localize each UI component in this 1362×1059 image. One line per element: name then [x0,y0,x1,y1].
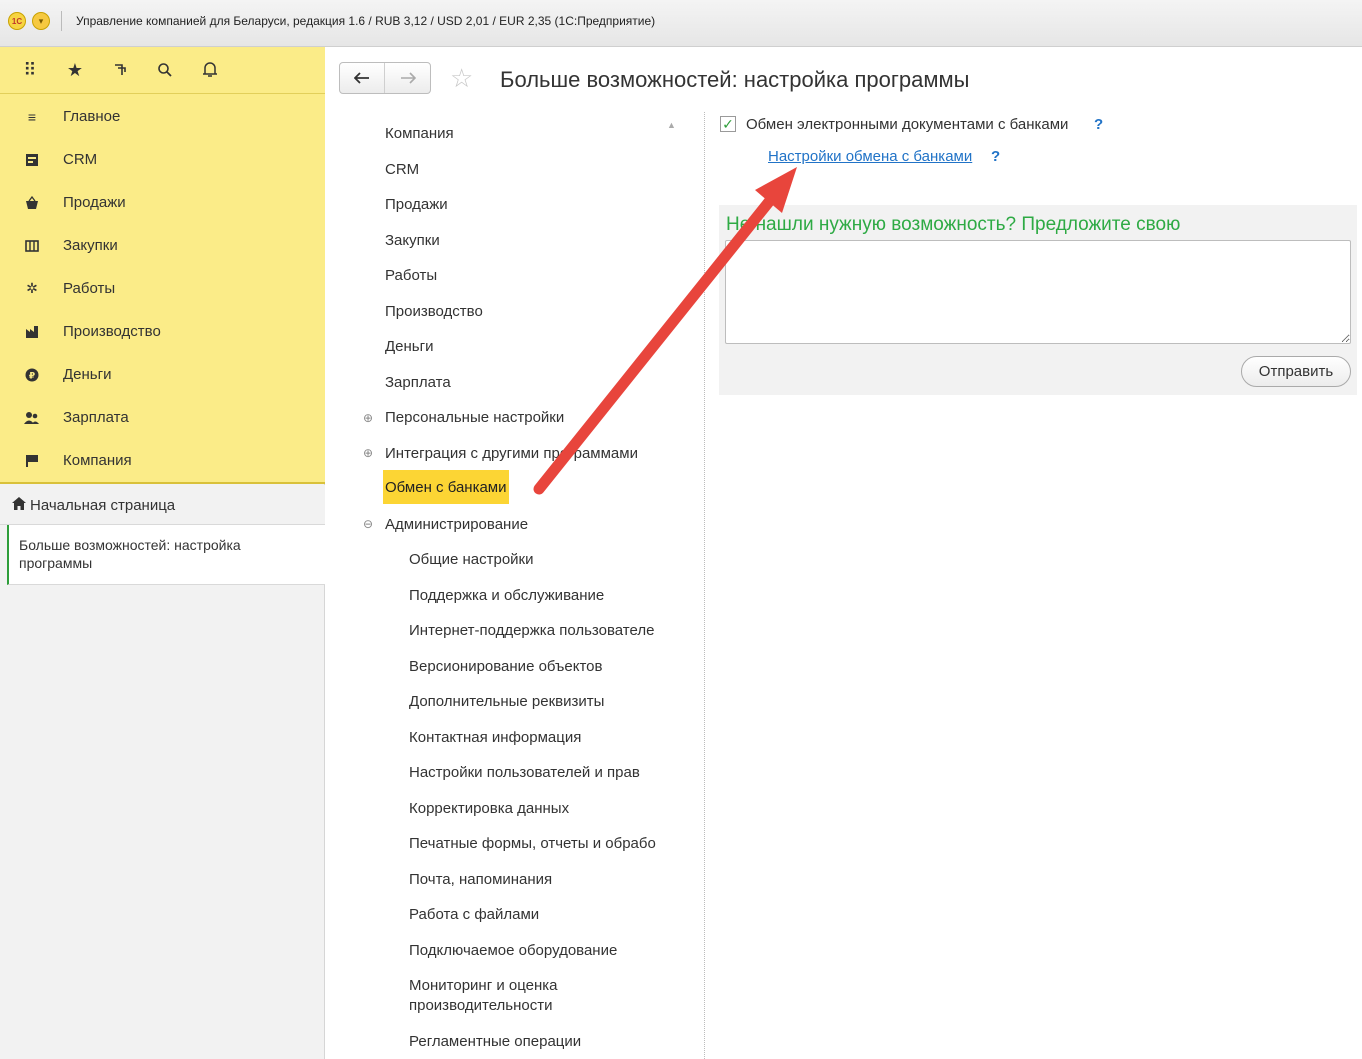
page-title: Больше возможностей: настройка программы [500,67,970,92]
section-files[interactable]: Работа с файлами [409,905,539,925]
main-menu-icon[interactable]: ▾ [32,12,50,30]
section-data-correction[interactable]: Корректировка данных [409,799,569,819]
expand-icon[interactable]: ⊕ [363,446,373,460]
section-mail[interactable]: Почта, напоминания [409,870,552,890]
section-administration[interactable]: Администрирование [385,516,528,533]
section-works[interactable]: Работы [385,267,437,284]
section-support[interactable]: Поддержка и обслуживание [409,586,604,606]
bank-edi-checkbox[interactable]: ✓ [720,116,736,132]
search-icon[interactable] [153,59,177,81]
warehouse-icon [24,238,40,254]
people-icon [24,410,40,426]
bank-edi-checkbox-label[interactable]: Обмен электронными документами с банками [746,116,1068,133]
sidebar-item-production[interactable]: Производство [0,310,325,353]
section-print-forms[interactable]: Печатные формы, отчеты и обрабо [409,834,656,854]
history-icon[interactable] [108,59,132,81]
flag-icon [24,453,40,469]
scroll-up-icon[interactable]: ▲ [667,120,676,130]
menu-lines-icon: ≡ [27,108,37,125]
section-sales[interactable]: Продажи [385,196,448,213]
home-page-item[interactable]: Начальная страница [0,485,325,525]
forward-button[interactable] [385,63,430,93]
section-crm[interactable]: CRM [385,161,419,178]
section-salary[interactable]: Зарплата [385,374,451,391]
section-money[interactable]: Деньги [385,338,433,355]
basket-icon [24,195,40,211]
section-company[interactable]: Компания [385,125,454,142]
sidebar-item-money[interactable]: ₽ Деньги [0,353,325,396]
sidebar-item-crm[interactable]: CRM [0,138,325,181]
collapse-icon[interactable]: ⊖ [363,517,373,531]
section-purchases[interactable]: Закупки [385,232,440,249]
home-page-label: Начальная страница [30,497,176,514]
section-bank-exchange-active[interactable]: Обмен с банками [383,470,509,504]
section-contact-info[interactable]: Контактная информация [409,728,581,748]
sidebar: ⠿ ★ ≡ Главное CRM Продажи Закупки ✲ Рабо… [0,47,325,1059]
section-scheduled-ops[interactable]: Регламентные операции [409,1032,581,1052]
svg-text:₽: ₽ [29,371,35,381]
send-button[interactable]: Отправить [1241,356,1351,387]
sidebar-item-company[interactable]: Компания [0,439,325,482]
sidebar-item-sales[interactable]: Продажи [0,181,325,224]
sidebar-item-label: Продажи [63,194,126,211]
sidebar-item-salary[interactable]: Зарплата [0,396,325,439]
factory-icon [24,324,40,340]
sidebar-item-label: Главное [63,108,121,125]
sidebar-item-purchases[interactable]: Закупки [0,224,325,267]
tools-icon: ✲ [26,280,38,296]
sidebar-item-works[interactable]: ✲ Работы [0,267,325,310]
section-equipment[interactable]: Подключаемое оборудование [409,941,617,961]
open-window-label: Больше возможностей: настройка программы [19,537,241,571]
star-icon[interactable]: ★ [63,59,87,81]
section-general-settings[interactable]: Общие настройки [409,550,534,570]
section-personal-settings[interactable]: Персональные настройки [385,409,564,426]
favorite-star-icon[interactable]: ☆ [450,63,473,94]
open-window-item[interactable]: Больше возможностей: настройка программы [7,525,325,585]
settings-sections-list: ▲ Компания CRM Продажи Закупки Работы Пр… [355,112,705,1059]
section-integration[interactable]: Интеграция с другими программами [385,445,638,462]
help-icon[interactable]: ? [1094,116,1103,133]
sidebar-item-label: Деньги [63,366,112,383]
history-nav-buttons [339,62,431,94]
suggestion-title: Не нашли нужную возможность? Предложите … [726,214,1181,235]
sidebar-item-label: Зарплата [63,409,129,426]
expand-icon[interactable]: ⊕ [363,411,373,425]
sidebar-item-main[interactable]: ≡ Главное [0,95,325,138]
money-icon: ₽ [24,367,40,383]
section-versioning[interactable]: Версионирование объектов [409,657,602,677]
sidebar-item-label: Компания [63,452,132,469]
sections-panel: ⠿ ★ ≡ Главное CRM Продажи Закупки ✲ Рабо… [0,47,325,484]
crm-icon [24,152,40,168]
bank-exchange-settings-link[interactable]: Настройки обмена с банками [768,148,972,165]
help-icon[interactable]: ? [991,148,1000,165]
section-extra-attributes[interactable]: Дополнительные реквизиты [409,692,604,712]
back-button[interactable] [340,63,385,93]
apps-grid-icon[interactable]: ⠿ [18,59,42,81]
sidebar-item-label: Закупки [63,237,118,254]
sidebar-item-label: Работы [63,280,116,297]
section-monitoring[interactable]: Мониторинг и оценка производительности [409,976,609,1016]
window-title: Управление компанией для Беларуси, редак… [76,14,656,28]
sidebar-item-label: CRM [63,151,98,168]
sidebar-toolbar: ⠿ ★ [0,47,325,94]
bell-icon[interactable] [198,59,222,81]
checkmark-icon: ✓ [722,116,734,132]
section-user-settings[interactable]: Настройки пользователей и прав [409,763,640,783]
app-logo-icon: 1С [8,12,26,30]
suggestion-textarea[interactable] [725,240,1351,344]
window-titlebar: 1С ▾ Управление компанией для Беларуси, … [0,0,1362,47]
home-icon [12,497,26,513]
sidebar-item-label: Производство [63,323,161,340]
section-production[interactable]: Производство [385,303,483,320]
titlebar-separator [61,11,62,31]
section-internet-support[interactable]: Интернет-поддержка пользователе [409,621,654,641]
